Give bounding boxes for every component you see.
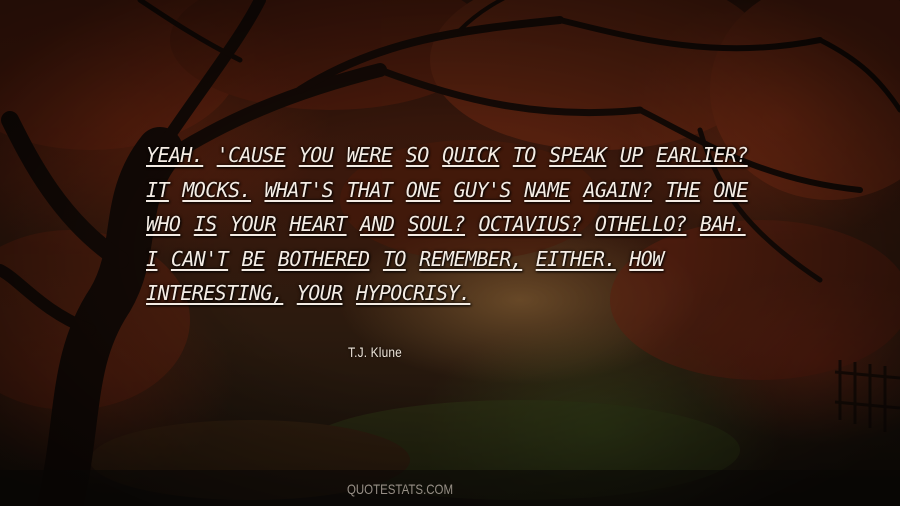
quote-image: Yeah. 'Cause you were so quick to speak …: [0, 0, 900, 506]
site-watermark: QUOTESTATS.COM: [346, 481, 454, 497]
quote-author: T.J. Klune: [348, 344, 402, 360]
quote-text: Yeah. 'Cause you were so quick to speak …: [146, 143, 748, 305]
